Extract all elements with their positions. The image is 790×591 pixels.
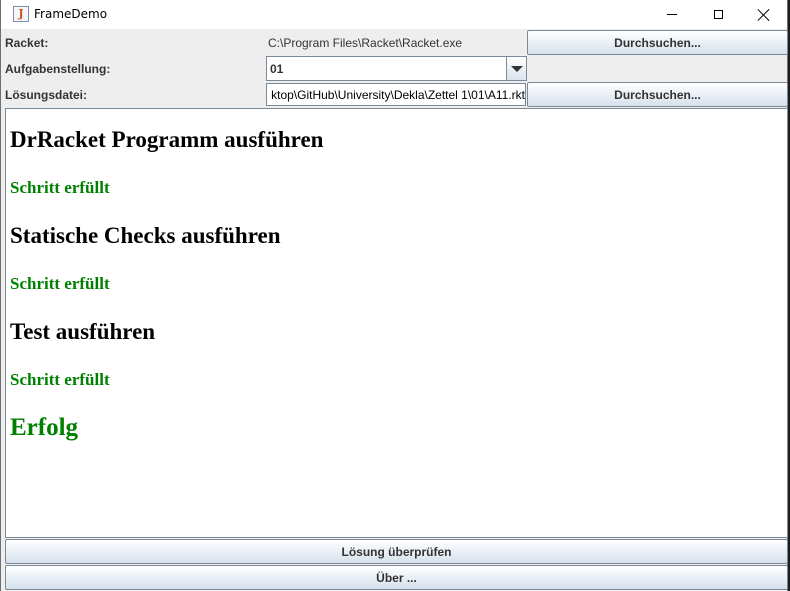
step-heading: Test ausführen [10,319,156,344]
minimize-icon [667,14,677,15]
dropdown-arrow-button[interactable] [506,57,526,80]
task-label: Aufgabenstellung: [5,62,111,76]
about-button[interactable]: Über ... [5,565,788,590]
solution-path-input[interactable]: ktop\GitHub\University\Dekla\Zettel 1\01… [266,83,526,106]
racket-label: Racket: [5,36,49,50]
step-status: Schritt erfüllt [10,178,110,197]
browse-racket-button[interactable]: Durchsuchen... [527,30,788,55]
result-text: Erfolg [10,414,79,441]
maximize-icon [713,10,723,19]
chevron-down-icon [510,65,523,72]
browse-solution-button[interactable]: Durchsuchen... [527,82,788,107]
solution-label: Lösungsdatei: [5,88,88,102]
step-heading: DrRacket Programm ausführen [10,127,324,152]
solution-path-text: ktop\GitHub\University\Dekla\Zettel 1\01… [271,88,525,102]
output-panel: DrRacket Programm ausführen Schritt erfü… [5,108,788,538]
step-status: Schritt erfüllt [10,274,110,293]
task-selected-value: 01 [270,62,284,76]
title-bar[interactable]: J FrameDemo [1,0,787,29]
step-status: Schritt erfüllt [10,370,110,389]
minimize-button[interactable] [649,0,695,29]
close-button[interactable] [741,0,787,29]
racket-path-field: C:\Program Files\Racket\Racket.exe [268,36,463,50]
app-window: J FrameDemo Racket: C:\Program Files\Rac… [0,0,788,591]
step-heading: Statische Checks ausführen [10,223,281,248]
check-solution-button[interactable]: Lösung überprüfen [5,539,788,564]
close-icon [757,8,771,22]
java-cup-icon: J [13,6,29,22]
task-select[interactable]: 01 [266,56,527,81]
window-title: FrameDemo [34,7,108,21]
maximize-button[interactable] [695,0,741,29]
